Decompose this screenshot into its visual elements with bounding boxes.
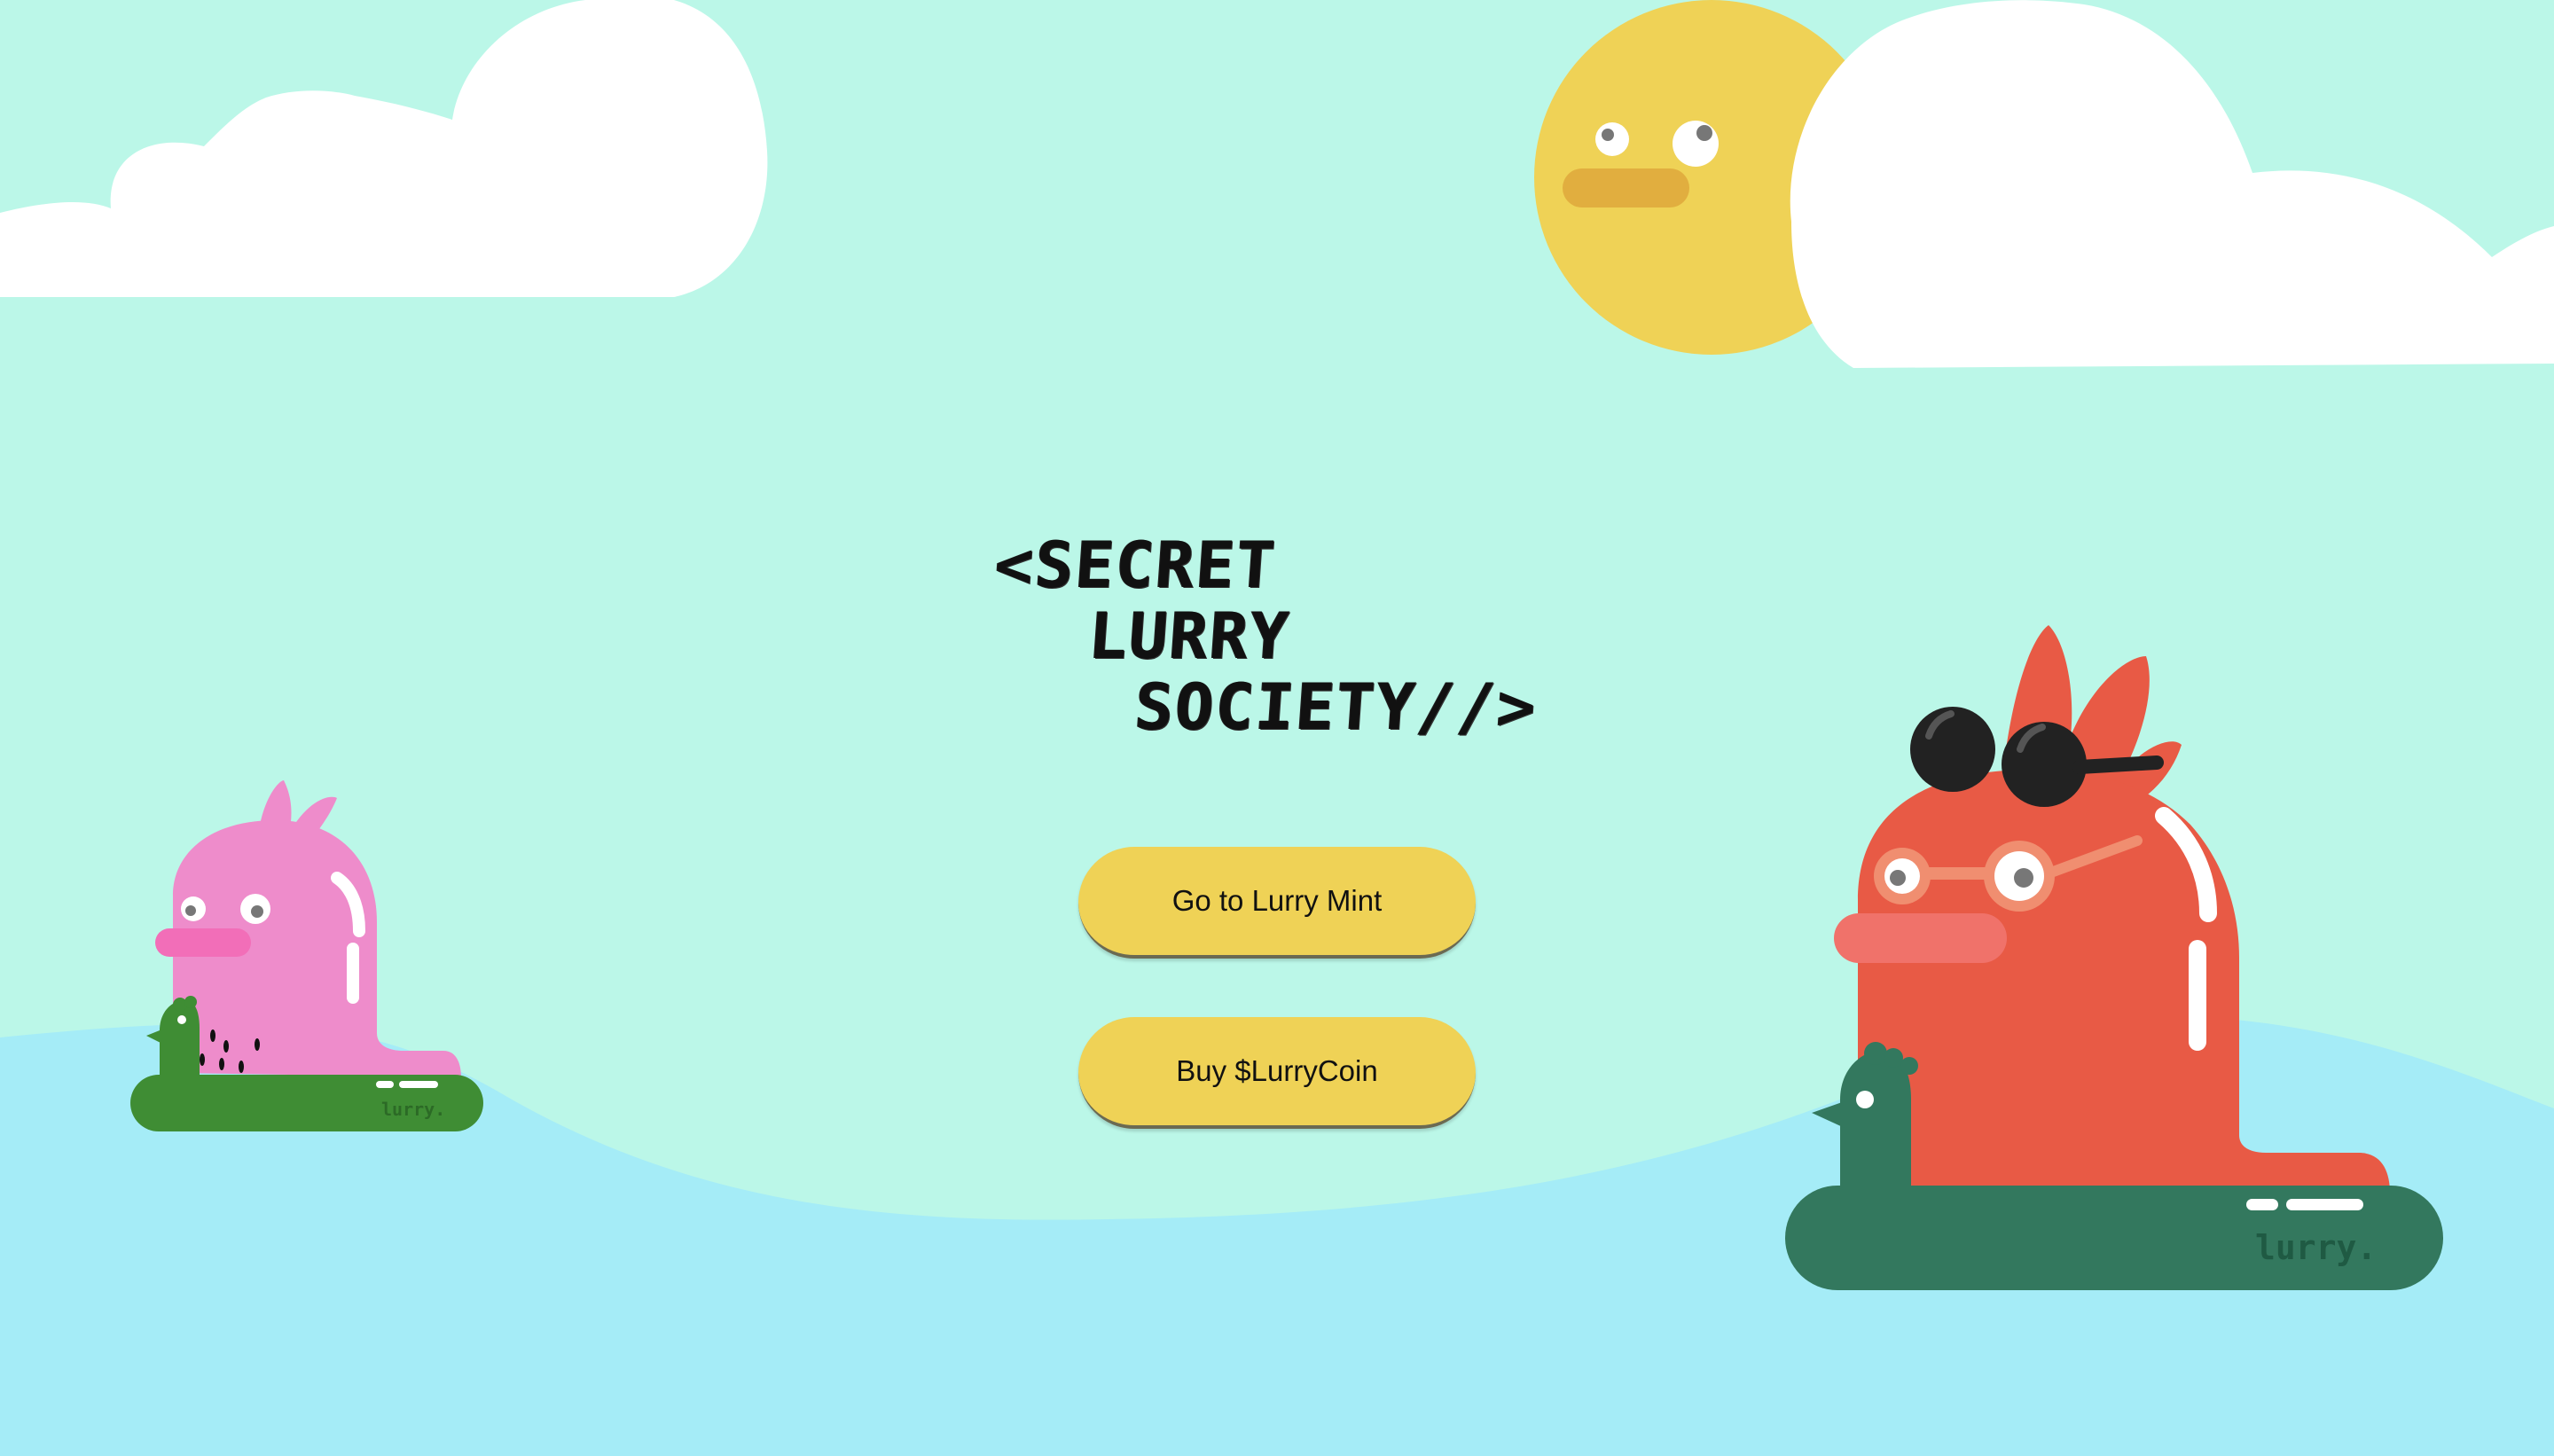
buy-lurrycoin-button[interactable]: Buy $LurryCoin xyxy=(1078,1017,1476,1129)
float-brand-text-small: lurry. xyxy=(381,1099,445,1120)
cloud-right xyxy=(1790,0,2554,369)
red-lurry-character: lurry. xyxy=(1785,625,2443,1290)
float-brand-text-large: lurry. xyxy=(2255,1228,2377,1267)
go-to-lurry-mint-button[interactable]: Go to Lurry Mint xyxy=(1078,847,1476,959)
secret-lurry-society-logo: <SECRET LURRY SOCIETY//> xyxy=(984,528,1539,758)
logo-line-1: <SECRET xyxy=(992,528,1280,602)
cloud-left xyxy=(0,0,768,297)
logo-line-2: LURRY xyxy=(1086,599,1293,673)
pink-lurry-character: lurry. xyxy=(130,780,483,1131)
logo-line-3: SOCIETY//> xyxy=(1132,669,1540,744)
